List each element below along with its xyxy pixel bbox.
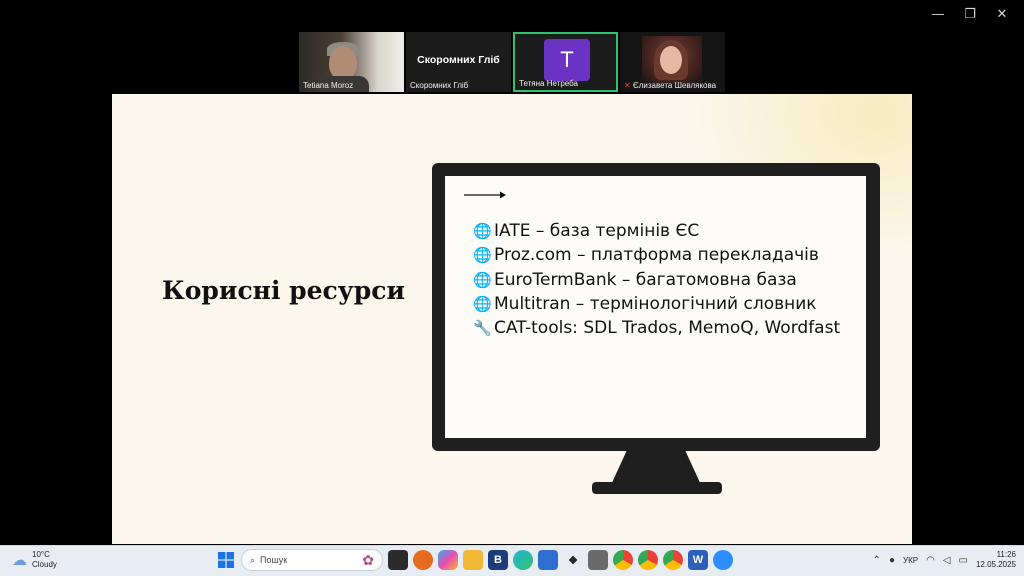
list-item: 🌐 Proz.com – платформа перекладачів [473,243,863,267]
cloud-icon: ☁ [12,551,27,569]
close-button[interactable]: ✕ [986,4,1018,24]
participant-tile[interactable]: Скоромних Гліб Скоромних Гліб [406,32,511,92]
participant-name: Єлизавета Шевлякова [633,81,717,90]
chrome-icon[interactable] [638,550,658,570]
word-icon[interactable]: W [688,550,708,570]
chrome-icon[interactable] [663,550,683,570]
clock-date: 12.05.2025 [975,560,1016,569]
globe-icon: 🌐 [473,222,492,240]
participant-tile[interactable]: Tetiana Moroz [299,32,404,92]
firefox-icon[interactable] [413,550,433,570]
chrome-icon[interactable] [613,550,633,570]
search-icon: ⌕ [250,554,256,565]
weather-text: 10°C Cloudy [32,550,57,570]
participant-face [329,46,357,80]
wifi-icon[interactable]: ◠ [926,555,935,566]
list-item: 🔧 CAT-tools: SDL Trados, MemoQ, Wordfast [473,316,863,340]
monitor-base [592,482,722,494]
restore-button[interactable]: ❐ [954,4,986,24]
weather-temp: 10°C [32,550,50,559]
taskbar: ☁ 10°C Cloudy ⌕ Пошук ✿ B ❖ W ⌃ ● УКР ◠ … [0,545,1024,576]
participant-name: Скоромних Гліб [410,81,469,90]
globe-icon: 🌐 [473,294,492,313]
app-folder-icon[interactable] [588,550,608,570]
slide-title: Корисні ресурси [162,276,406,305]
store-icon[interactable] [538,550,558,570]
arrow-icon [464,191,506,199]
system-tray: ⌃ ● УКР ◠ ◁ ▭ 11:26 12.05.2025 [873,550,1016,570]
chevron-up-icon[interactable]: ⌃ [873,555,881,566]
participant-tile-active[interactable]: T Тетяна Нетреба [513,32,618,92]
list-item: 🌐 IATE – база термінів ЄС [473,219,863,243]
taskbar-apps: ⌕ Пошук ✿ B ❖ W [216,549,733,571]
clock[interactable]: 11:26 12.05.2025 [976,550,1016,570]
shared-slide: Корисні ресурси 🌐 IATE – база термінів ЄС… [112,94,912,544]
zoom-meeting-window: — ❐ ✕ Tetiana Moroz Скоромних Гліб Скоро… [0,0,1024,576]
list-item-text: CAT-tools: SDL Trados, MemoQ, Wordfast [494,318,841,339]
weather-widget[interactable]: ☁ 10°C Cloudy [12,550,57,570]
avatar: T [544,39,590,81]
participants-strip: Tetiana Moroz Скоромних Гліб Скоромних Г… [299,32,725,92]
minimize-button[interactable]: — [922,4,954,24]
participant-name: Tetiana Moroz [303,81,354,90]
list-item-text: Multitran – термінологічний словник [494,293,817,314]
list-item: 🌐 Multitran – термінологічний словник [473,292,863,316]
battery-icon[interactable]: ▭ [959,555,968,566]
participant-name-row: ✕ Єлизавета Шевлякова [624,81,716,90]
language-indicator[interactable]: УКР [903,556,918,565]
participant-name: Тетяна Нетреба [519,79,578,88]
edge-icon[interactable] [513,550,533,570]
flower-icon: ✿ [362,551,374,568]
list-item-text: EuroTermBank – багатомовна база [494,269,797,290]
window-controls: — ❐ ✕ [922,4,1018,24]
list-item: 🌐 EuroTermBank – багатомовна база [473,268,863,292]
windows-start-icon[interactable] [216,550,236,570]
list-item-text: IATE – база термінів ЄС [494,221,700,241]
search-placeholder: Пошук [260,555,288,565]
copilot-icon[interactable] [438,550,458,570]
dropbox-icon[interactable]: ❖ [563,550,583,570]
task-view-icon[interactable] [388,550,408,570]
participant-tile[interactable]: ✕ Єлизавета Шевлякова [620,32,725,92]
list-item-text: Proz.com – платформа перекладачів [494,245,819,266]
resource-list: 🌐 IATE – база термінів ЄС 🌐 Proz.com – пла… [473,219,863,340]
file-explorer-icon[interactable] [463,550,483,570]
zoom-icon[interactable] [713,550,733,570]
mic-off-icon: ✕ [624,81,631,90]
volume-icon[interactable]: ◁ [943,555,951,566]
b-app-icon[interactable]: B [488,550,508,570]
taskbar-search[interactable]: ⌕ Пошук ✿ [241,549,383,571]
clock-time: 11:26 [996,550,1016,559]
participant-face [660,46,682,74]
wrench-icon: 🔧 [473,319,492,338]
participant-display-title: Скоромних Гліб [417,54,500,66]
microphone-icon[interactable]: ● [889,555,895,566]
weather-condition: Cloudy [32,560,57,569]
globe-icon: 🌐 [473,270,492,289]
globe-icon: 🌐 [473,246,492,265]
